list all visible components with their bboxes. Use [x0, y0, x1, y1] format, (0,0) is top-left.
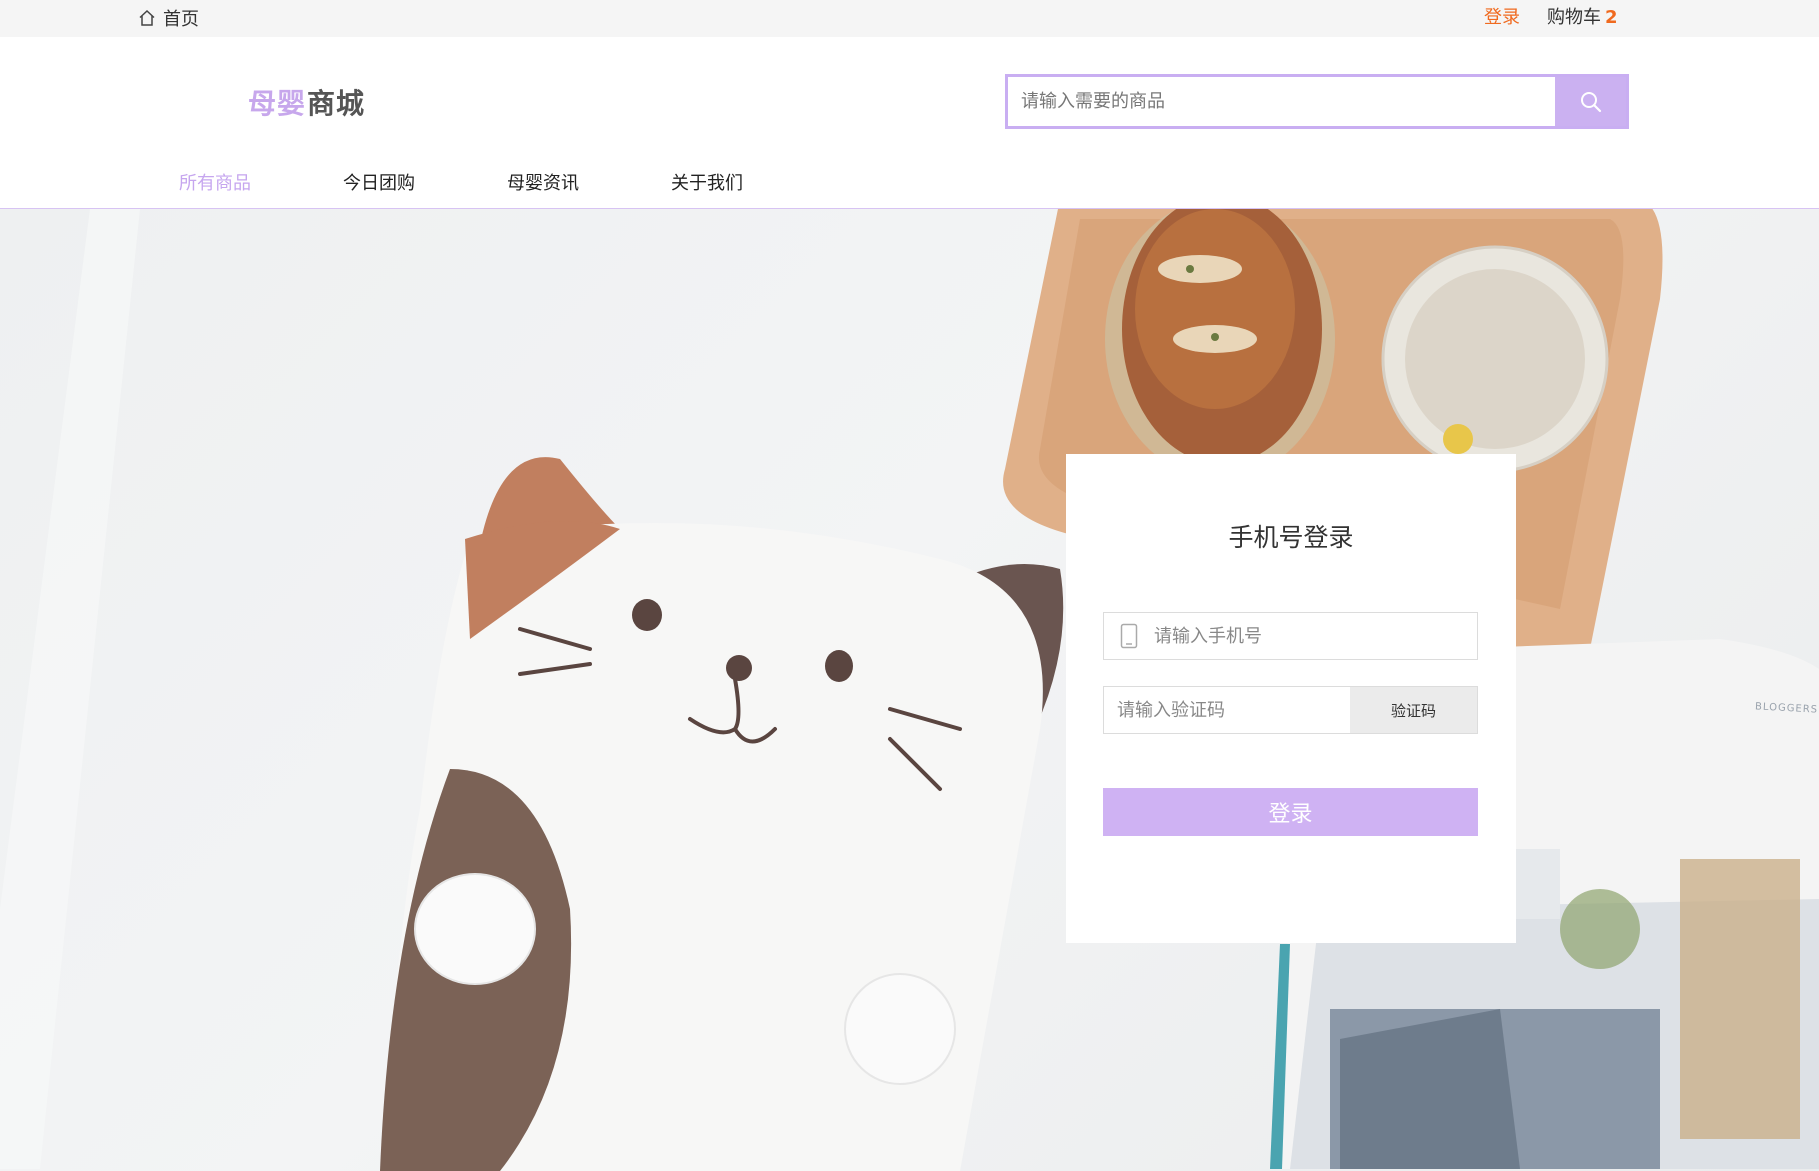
main-nav: 所有商品 今日团购 母婴资讯 关于我们: [0, 166, 1819, 209]
search-input[interactable]: [1008, 77, 1555, 126]
login-submit-button[interactable]: 登录: [1103, 788, 1478, 836]
cat-plush: [380, 457, 1064, 1171]
cart-link[interactable]: 购物车 2: [1547, 6, 1618, 30]
home-label: 首页: [163, 9, 199, 30]
page: 首页 登录 购物车2 母婴 商城 所有商品 今日团购 母婴资讯 关于我们: [0, 0, 1819, 1171]
home-link[interactable]: 首页: [138, 6, 199, 30]
nav-item-news[interactable]: 母婴资讯: [507, 172, 579, 196]
glass-cup: [1381, 245, 1609, 473]
nav-item-all-products[interactable]: 所有商品: [179, 172, 251, 196]
hero-banner: BLOGGERS: [0, 209, 1819, 1171]
phone-icon: [1120, 623, 1138, 649]
nav-item-about[interactable]: 关于我们: [671, 172, 743, 196]
phone-field: [1103, 612, 1478, 660]
cart-count-badge: 2: [1605, 7, 1618, 28]
login-title: 手机号登录: [1228, 523, 1354, 552]
home-icon: [139, 9, 155, 26]
phone-input[interactable]: [1138, 613, 1477, 659]
verification-code-row: 验证码: [1103, 686, 1478, 734]
search-bar: [1005, 74, 1629, 129]
get-code-button[interactable]: 验证码: [1350, 687, 1477, 733]
nav-item-group-buy[interactable]: 今日团购: [343, 172, 415, 196]
top-utility-bar: 首页 登录 购物车 2: [0, 0, 1819, 37]
site-logo[interactable]: 母婴 商城: [248, 82, 365, 122]
bread: [1105, 209, 1335, 479]
logo-text-part1: 母婴: [248, 87, 307, 120]
search-button[interactable]: [1555, 77, 1626, 126]
top-login-link[interactable]: 登录: [1484, 6, 1520, 30]
logo-text-part2: 商城: [307, 87, 366, 120]
cart-label: 购物车: [1547, 7, 1601, 28]
search-icon: [1580, 91, 1601, 112]
login-panel: 手机号登录 验证码 登录: [1066, 454, 1516, 943]
hero-illustration: [0, 209, 1819, 1171]
verification-code-input[interactable]: [1104, 687, 1350, 733]
